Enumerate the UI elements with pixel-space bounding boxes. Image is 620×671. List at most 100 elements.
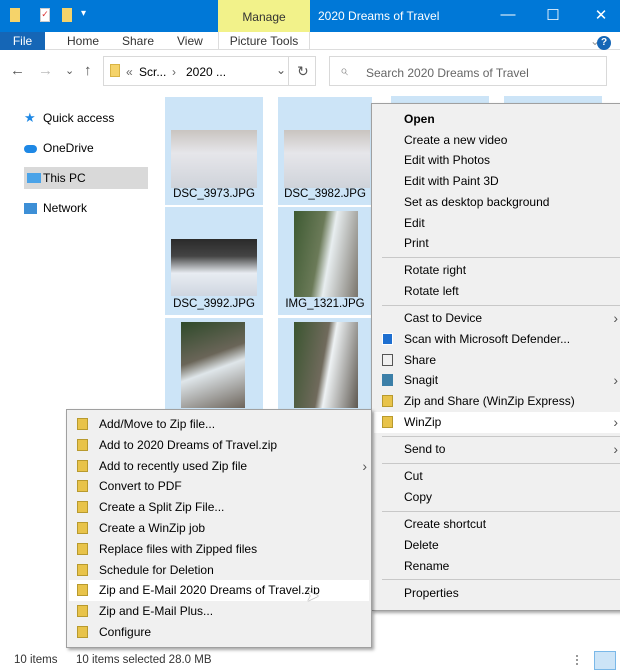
winzip-icon xyxy=(382,395,393,408)
menu-item-label: Configure xyxy=(99,625,152,639)
maximize-button[interactable]: ☐ xyxy=(538,6,568,24)
tab-view[interactable]: View xyxy=(177,34,203,48)
menu-item-edit-with-paint-3d[interactable]: Edit with Paint 3D xyxy=(374,171,620,192)
minimize-button[interactable]: — xyxy=(493,6,523,23)
menu-item-label: Copy xyxy=(404,489,433,504)
search-input[interactable]: Search 2020 Dreams of Travel xyxy=(329,56,607,86)
file-tile[interactable]: IMG_1321.JPG xyxy=(278,207,372,315)
breadcrumb-item[interactable]: 2020 ... xyxy=(186,65,226,79)
menu-item-winzip[interactable]: WinZip › xyxy=(374,411,620,433)
menu-item-add-to-recently-used-zip-file[interactable]: Add to recently used Zip file › xyxy=(69,456,369,477)
menu-item-snagit[interactable]: Snagit › xyxy=(374,370,620,391)
menu-item-zip-and-share-winzip-express[interactable]: Zip and Share (WinZip Express) xyxy=(374,391,620,412)
menu-item-zip-and-e-mail-2020-dreams-of-travel-zip[interactable]: Zip and E-Mail 2020 Dreams of Travel.zip xyxy=(69,580,369,602)
file-tile[interactable] xyxy=(278,318,372,413)
menu-item-label: Rotate left xyxy=(404,284,459,299)
menu-item-zip-and-e-mail-plus[interactable]: Zip and E-Mail Plus... xyxy=(69,601,369,622)
winzip-icon xyxy=(77,563,88,576)
menu-item-rotate-left[interactable]: Rotate left xyxy=(374,281,620,302)
menu-item-edit-with-photos[interactable]: Edit with Photos xyxy=(374,150,620,171)
close-button[interactable]: ✕ xyxy=(586,6,616,24)
menu-item-scan-with-microsoft-defender[interactable]: Scan with Microsoft Defender... xyxy=(374,329,620,350)
breadcrumb-item[interactable]: Scr... xyxy=(139,65,166,79)
menu-item-label: Open xyxy=(404,112,435,126)
menu-item-schedule-for-deletion[interactable]: Schedule for Deletion xyxy=(69,560,369,581)
breadcrumb-overflow[interactable]: « xyxy=(126,65,133,79)
menu-item-label: Schedule for Deletion xyxy=(99,562,214,577)
winzip-submenu: Add/Move to Zip file... Add to 2020 Dream… xyxy=(66,409,372,648)
sidebar-item-onedrive[interactable]: OneDrive xyxy=(24,137,148,159)
menu-item-create-a-new-video[interactable]: Create a new video xyxy=(374,130,620,151)
menu-item-label: Zip and Share (WinZip Express) xyxy=(404,394,575,409)
menu-item-configure[interactable]: Configure xyxy=(69,622,369,643)
file-tile[interactable]: DSC_3992.JPG xyxy=(165,207,263,315)
help-icon[interactable]: ? xyxy=(597,36,611,50)
menu-item-create-shortcut[interactable]: Create shortcut xyxy=(374,514,620,535)
back-button[interactable]: ← xyxy=(10,62,25,79)
menu-item-add-move-to-zip-file[interactable]: Add/Move to Zip file... xyxy=(69,414,369,435)
menu-item-cut[interactable]: Cut xyxy=(374,466,620,487)
menu-item-rotate-right[interactable]: Rotate right xyxy=(374,260,620,281)
menu-item-set-as-desktop-background[interactable]: Set as desktop background xyxy=(374,192,620,213)
refresh-button[interactable]: ↻ xyxy=(297,63,309,80)
sidebar-item-quick-access[interactable]: ★ Quick access xyxy=(24,107,148,129)
menu-item-label: Add to recently used Zip file xyxy=(99,458,248,473)
winzip-icon xyxy=(77,605,88,618)
file-tile[interactable]: DSC_3982.JPG xyxy=(278,97,372,205)
address-dropdown-icon[interactable]: ⌄ xyxy=(276,63,286,77)
menu-item-convert-to-pdf[interactable]: Convert to PDF xyxy=(69,476,369,497)
sidebar-item-network[interactable]: Network xyxy=(24,197,148,219)
winzip-icon xyxy=(77,418,88,430)
menu-item-label: WinZip xyxy=(404,414,442,429)
up-button[interactable]: ↑ xyxy=(84,62,92,79)
menu-item-properties[interactable]: Properties xyxy=(374,583,620,604)
breadcrumb-separator[interactable]: › xyxy=(172,65,176,79)
snagit-icon xyxy=(382,374,393,387)
menu-item-open[interactable]: Open xyxy=(374,109,620,130)
tab-home[interactable]: Home xyxy=(67,34,99,48)
menu-item-label: Print xyxy=(404,236,429,251)
menu-item-send-to[interactable]: Send to › xyxy=(374,439,620,460)
chevron-right-icon: › xyxy=(613,441,618,457)
large-icons-view-button[interactable] xyxy=(594,651,616,670)
menu-separator xyxy=(382,579,620,581)
thumbnail-image xyxy=(181,322,245,408)
winzip-icon xyxy=(77,542,88,555)
menu-separator xyxy=(382,510,620,512)
sidebar-item-label: Network xyxy=(43,201,88,215)
file-tile[interactable]: DSC_3973.JPG xyxy=(165,97,263,205)
details-view-button[interactable] xyxy=(576,655,588,665)
sidebar-item-this-pc[interactable]: This PC xyxy=(24,167,148,189)
tab-picture-tools[interactable]: Picture Tools xyxy=(218,32,310,50)
menu-item-rename[interactable]: Rename xyxy=(374,556,620,577)
winzip-icon xyxy=(77,501,88,514)
tab-file[interactable]: File xyxy=(0,32,45,50)
menu-item-delete[interactable]: Delete xyxy=(374,535,620,556)
menu-item-add-to-2020-dreams-of-travel-zip[interactable]: Add to 2020 Dreams of Travel.zip xyxy=(69,435,369,456)
menu-item-label: Edit with Photos xyxy=(404,153,491,168)
tab-share[interactable]: Share xyxy=(122,34,154,48)
share-icon xyxy=(382,353,393,366)
menu-item-print[interactable]: Print xyxy=(374,233,620,254)
menu-item-edit[interactable]: Edit xyxy=(374,213,620,234)
recent-locations-button[interactable]: ⌄ xyxy=(65,64,74,77)
manage-context-tab[interactable]: Manage xyxy=(218,0,310,32)
new-folder-quick-icon[interactable] xyxy=(62,8,72,22)
menu-item-create-a-split-zip-file[interactable]: Create a Split Zip File... xyxy=(69,497,369,518)
menu-item-copy[interactable]: Copy xyxy=(374,487,620,508)
properties-quick-icon[interactable]: ✓ xyxy=(40,8,50,22)
forward-button[interactable]: → xyxy=(38,62,53,79)
menu-item-label: Create shortcut xyxy=(404,517,487,532)
menu-item-label: Zip and E-Mail 2020 Dreams of Travel.zip xyxy=(99,583,320,598)
file-tile[interactable] xyxy=(165,318,263,413)
menu-item-label: Add to 2020 Dreams of Travel.zip xyxy=(99,437,278,452)
menu-item-share[interactable]: Share xyxy=(374,350,620,371)
customize-quick-access-icon[interactable]: ▾ xyxy=(81,8,86,19)
network-icon xyxy=(24,203,37,214)
menu-item-label: Add/Move to Zip file... xyxy=(99,417,216,431)
menu-item-create-a-winzip-job[interactable]: Create a WinZip job xyxy=(69,518,369,539)
address-bar[interactable]: « Scr... › 2020 ... ⌄ ↻ xyxy=(103,56,316,86)
menu-item-cast-to-device[interactable]: Cast to Device › xyxy=(374,308,620,329)
menu-item-replace-files-with-zipped-files[interactable]: Replace files with Zipped files xyxy=(69,539,369,560)
menu-item-label: Rename xyxy=(404,558,450,573)
